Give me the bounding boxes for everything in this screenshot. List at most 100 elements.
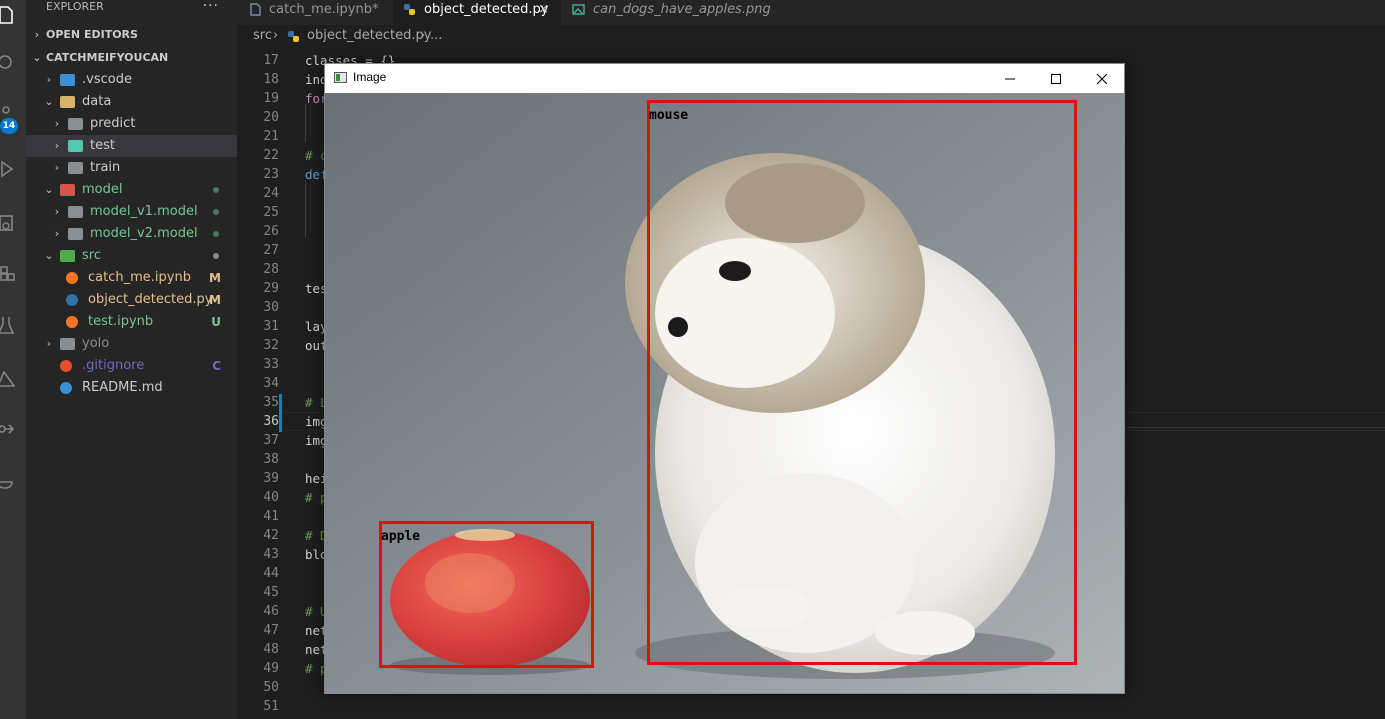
minimap-divider bbox=[1125, 427, 1385, 428]
extensions-icon[interactable] bbox=[0, 262, 16, 284]
more-actions-button[interactable]: ··· bbox=[203, 0, 219, 14]
jupyter-icon bbox=[66, 316, 78, 328]
line-number: 18 bbox=[263, 72, 279, 87]
folder-icon bbox=[68, 162, 83, 174]
git-status-decoration: M bbox=[209, 271, 221, 285]
run-debug-icon[interactable] bbox=[0, 158, 16, 180]
git-status-dot bbox=[213, 231, 219, 237]
tree-item[interactable]: README.md bbox=[26, 377, 237, 399]
tree-item-label: test bbox=[90, 138, 115, 153]
line-number: 43 bbox=[263, 547, 279, 562]
tree-item-label: src bbox=[82, 248, 101, 263]
tree-item[interactable]: ⌄ src bbox=[26, 245, 237, 267]
line-number: 36 bbox=[263, 414, 279, 429]
folder-icon bbox=[60, 338, 75, 350]
tab-label: catch_me.ipynb* bbox=[269, 2, 379, 17]
line-number: 50 bbox=[263, 680, 279, 695]
search-icon[interactable] bbox=[0, 52, 16, 74]
tree-item[interactable]: › predict bbox=[26, 113, 237, 135]
breadcrumb-src[interactable]: src bbox=[253, 25, 272, 47]
python-icon bbox=[287, 29, 300, 42]
tree-item-label: model_v2.model bbox=[90, 226, 198, 241]
git-icon bbox=[60, 360, 72, 372]
files-icon[interactable] bbox=[0, 4, 16, 26]
azure-icon[interactable] bbox=[0, 368, 16, 390]
tree-item[interactable]: .gitignore C bbox=[26, 355, 237, 377]
window-titlebar[interactable]: Image bbox=[325, 64, 1124, 93]
indent-guide bbox=[305, 180, 306, 237]
folder-icon bbox=[68, 228, 83, 240]
window-title: Image bbox=[353, 70, 387, 84]
testing-icon[interactable] bbox=[0, 314, 16, 336]
tree-item-label: yolo bbox=[82, 336, 110, 351]
tree-item-label: predict bbox=[90, 116, 136, 131]
tree-item[interactable]: › model_v1.model bbox=[26, 201, 237, 223]
open-editors-label: OPEN EDITORS bbox=[46, 28, 138, 41]
tree-item[interactable]: test.ipynb U bbox=[26, 311, 237, 333]
src-folder-icon bbox=[60, 250, 75, 262]
tree-item[interactable]: catch_me.ipynb M bbox=[26, 267, 237, 289]
line-number: 45 bbox=[263, 585, 279, 600]
folder-icon bbox=[68, 206, 83, 218]
git-status-decoration: C bbox=[212, 359, 221, 373]
chevron-right-icon: › bbox=[46, 337, 52, 350]
tree-item[interactable]: › yolo bbox=[26, 333, 237, 355]
tree-item[interactable]: › test bbox=[26, 135, 237, 157]
line-number: 44 bbox=[263, 566, 279, 581]
tree-item[interactable]: ⌄ data bbox=[26, 91, 237, 113]
tree-item-label: README.md bbox=[82, 380, 163, 395]
tree-item[interactable]: object_detected.py M bbox=[26, 289, 237, 311]
line-number: 47 bbox=[263, 623, 279, 638]
chevron-right-icon: › bbox=[54, 161, 60, 174]
mouse-detection-label: mouse bbox=[649, 108, 689, 123]
tree-item[interactable]: › .vscode bbox=[26, 69, 237, 91]
vscode-folder-icon bbox=[60, 74, 75, 86]
close-button[interactable] bbox=[1079, 64, 1125, 93]
tree-item[interactable]: ⌄ model bbox=[26, 179, 237, 201]
line-number: 21 bbox=[263, 129, 279, 144]
chevron-right-icon: › bbox=[54, 117, 60, 130]
chevron-right-icon: › bbox=[54, 139, 60, 152]
maximize-button[interactable] bbox=[1033, 64, 1079, 93]
breadcrumb-file[interactable]: object_detected.py bbox=[307, 25, 431, 47]
activity-bar: 14 bbox=[0, 0, 26, 719]
open-editors-section[interactable]: › OPEN EDITORS bbox=[26, 24, 237, 46]
git-status-dot bbox=[213, 187, 219, 193]
workspace-section[interactable]: ⌄ CATCHMEIFYOUCAN bbox=[26, 47, 237, 69]
chevron-down-icon: ⌄ bbox=[44, 249, 54, 262]
tab-label: can_dogs_have_apples.png bbox=[593, 2, 771, 17]
chevron-right-icon: › bbox=[420, 28, 426, 43]
git-status-decoration: M bbox=[209, 293, 221, 307]
python-icon bbox=[66, 294, 78, 306]
breadcrumb: src › object_detected.py › ... bbox=[237, 25, 1385, 47]
tree-item[interactable]: › train bbox=[26, 157, 237, 179]
detection-image: mouse apple bbox=[325, 93, 1124, 693]
tree-item[interactable]: › model_v2.model bbox=[26, 223, 237, 245]
tab-can-dogs-have-apples[interactable]: can_dogs_have_apples.png bbox=[561, 0, 791, 25]
chevron-right-icon: › bbox=[273, 28, 279, 43]
line-number: 41 bbox=[263, 509, 279, 524]
tab-object-detected[interactable]: object_detected.py × bbox=[393, 0, 561, 25]
tab-label: object_detected.py bbox=[424, 2, 549, 17]
tree-item-label: train bbox=[90, 160, 121, 175]
remote-explorer-icon[interactable] bbox=[0, 212, 16, 234]
image-icon bbox=[572, 3, 585, 16]
tree-item-label: object_detected.py bbox=[88, 292, 213, 307]
line-number: 26 bbox=[263, 224, 279, 239]
breadcrumb-more[interactable]: ... bbox=[430, 25, 442, 47]
tree-item-label: model bbox=[82, 182, 123, 197]
explorer-title: EXPLORER bbox=[46, 0, 104, 13]
close-icon[interactable]: × bbox=[538, 0, 549, 20]
line-number: 42 bbox=[263, 528, 279, 543]
line-number: 19 bbox=[263, 91, 279, 106]
line-number: 23 bbox=[263, 167, 279, 182]
line-number: 33 bbox=[263, 357, 279, 372]
tab-catch-me[interactable]: catch_me.ipynb* bbox=[237, 0, 393, 25]
chevron-down-icon: ⌄ bbox=[44, 95, 54, 108]
minimize-button[interactable] bbox=[987, 64, 1033, 93]
docker-icon[interactable] bbox=[0, 470, 16, 492]
git-graph-icon[interactable] bbox=[0, 418, 16, 440]
image-window[interactable]: Image mouse apple bbox=[324, 63, 1125, 694]
line-number: 37 bbox=[263, 433, 279, 448]
mouse-bounding-box bbox=[647, 100, 1077, 665]
